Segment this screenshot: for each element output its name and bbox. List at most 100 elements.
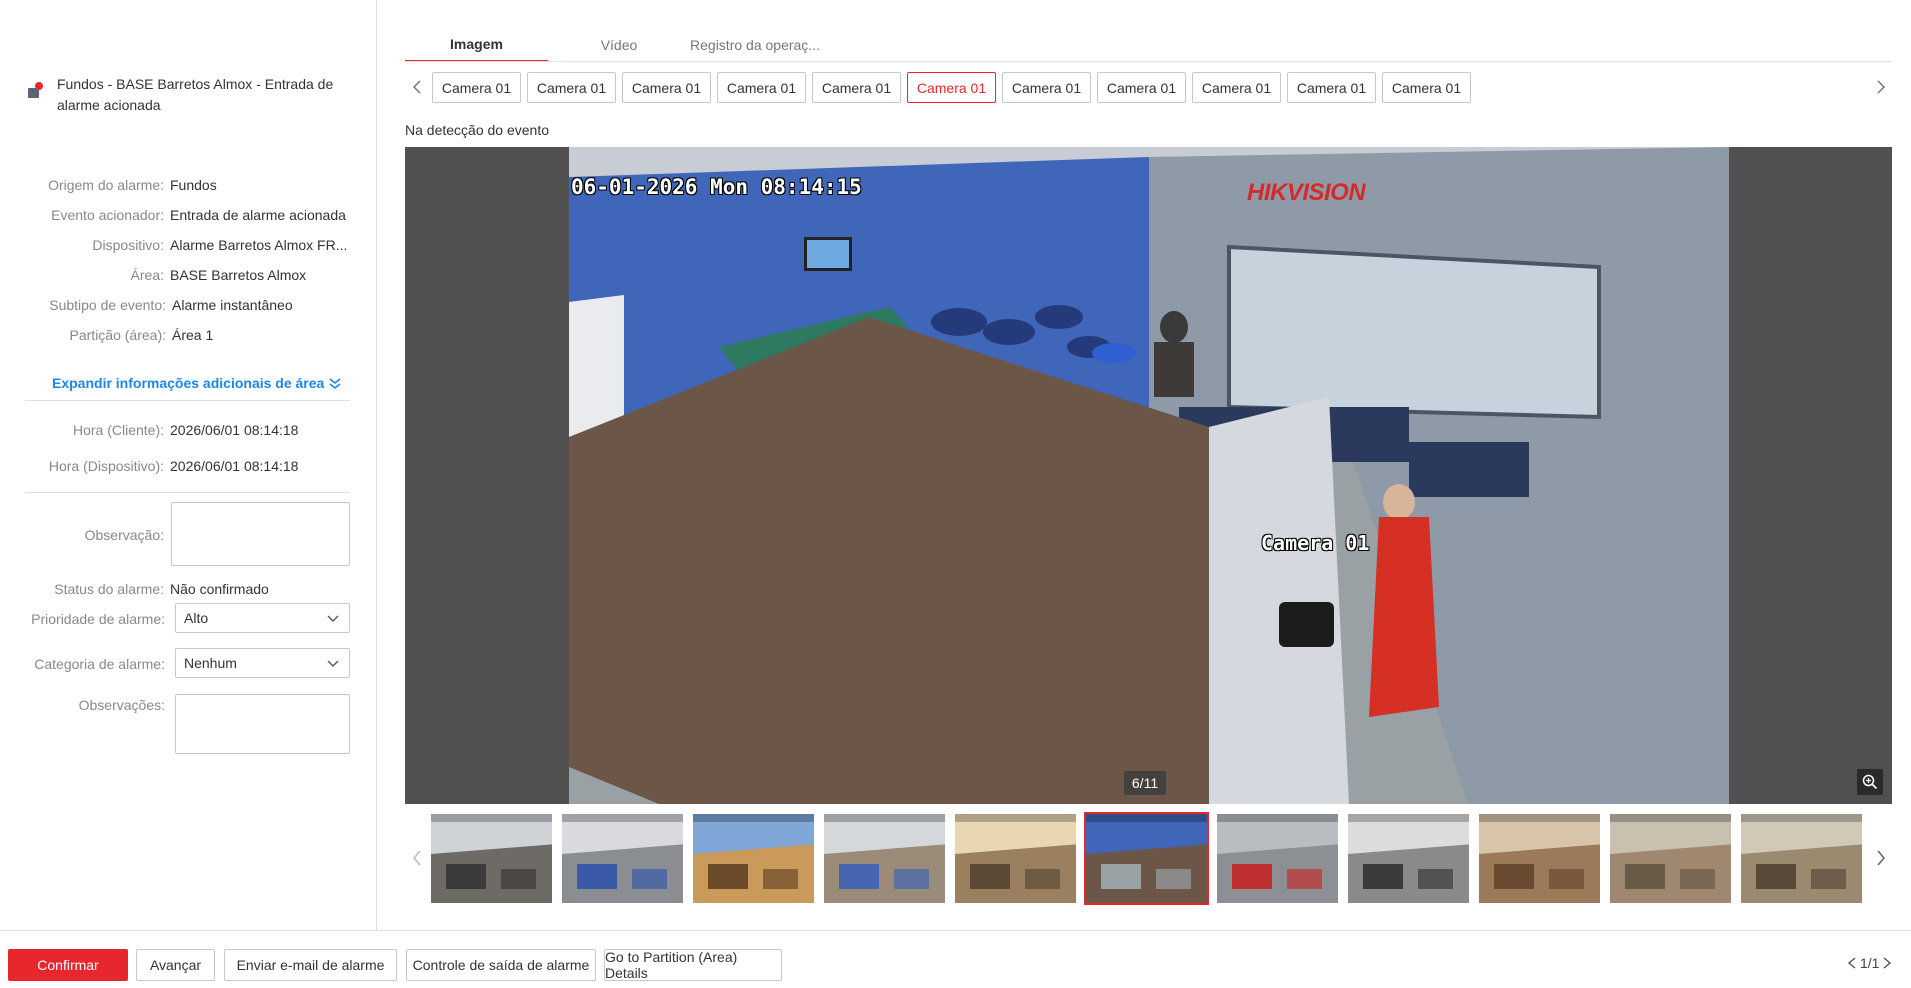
categoria-row: Categoria de alarme: — [30, 655, 165, 673]
alarm-title-row: Fundos - BASE Barretos Almox - Entrada d… — [27, 74, 347, 116]
subtipo-label: Subtipo de evento: — [49, 297, 166, 313]
particao-label: Partição (área): — [69, 327, 166, 343]
divider — [25, 400, 350, 401]
camera-tab[interactable]: Camera 01 — [1002, 72, 1091, 103]
camera-tab[interactable]: Camera 01 — [622, 72, 711, 103]
media-tabs: Imagem Vídeo Registro da operaç... — [405, 28, 820, 62]
snapshot-thumbnail[interactable] — [560, 812, 685, 905]
expand-area-info-link[interactable]: Expandir informações adicionais de área — [52, 375, 342, 391]
pager: 1/1 — [1848, 955, 1892, 971]
camera-tab[interactable]: Camera 01 — [432, 72, 521, 103]
osd-camera-name: Camera 01 — [1261, 531, 1370, 555]
snapshot-thumbnail[interactable] — [691, 812, 816, 905]
partition-details-button[interactable]: Go to Partition (Area) Details — [604, 949, 782, 981]
camera-tab[interactable]: Camera 01 — [812, 72, 901, 103]
subtipo-value: Alarme instantâneo — [172, 297, 293, 313]
expand-area-info-label: Expandir informações adicionais de área — [52, 375, 325, 391]
pager-text: 1/1 — [1860, 955, 1880, 971]
prioridade-row: Prioridade de alarme: — [30, 610, 165, 628]
snapshot-thumbnail[interactable] — [1608, 812, 1733, 905]
area-label: Área: — [130, 267, 164, 283]
area-row: Área: BASE Barretos Almox — [30, 266, 360, 284]
snapshot-thumbnail[interactable] — [822, 812, 947, 905]
prioridade-select[interactable]: Alto — [175, 603, 350, 633]
alarm-detail-window: Fundos - BASE Barretos Almox - Entrada d… — [0, 0, 1911, 988]
categoria-select[interactable]: Nenhum — [175, 648, 350, 678]
thumbnail-next-arrow-icon[interactable] — [1871, 848, 1891, 868]
camera-tab[interactable]: Camera 01 — [1382, 72, 1471, 103]
snapshot-thumbnail[interactable] — [1215, 812, 1340, 905]
camera-snapshot: 06-01-2026 Mon 08:14:15 HIKVISION Camera… — [569, 147, 1729, 804]
subtipo-row: Subtipo de evento: Alarme instantâneo — [30, 296, 362, 314]
image-viewer[interactable]: 06-01-2026 Mon 08:14:15 HIKVISION Camera… — [405, 147, 1892, 804]
categoria-label: Categoria de alarme: — [34, 656, 165, 672]
chevron-down-icon — [327, 660, 339, 667]
event-detection-note: Na detecção do evento — [405, 122, 549, 138]
camera-tab[interactable]: Camera 01 — [907, 72, 996, 103]
alarm-title: Fundos - BASE Barretos Almox - Entrada d… — [57, 76, 334, 113]
double-chevron-down-icon — [329, 378, 341, 390]
categoria-selected: Nenhum — [184, 655, 237, 671]
camera-tab[interactable]: Camera 01 — [717, 72, 806, 103]
prioridade-selected: Alto — [184, 610, 209, 626]
image-counter: 6/11 — [1124, 771, 1166, 795]
brand-watermark: HIKVISION — [1247, 179, 1366, 206]
hora-cliente-value: 2026/06/01 08:14:18 — [170, 422, 299, 438]
tab-registro[interactable]: Registro da operaç... — [690, 28, 820, 62]
particao-value: Área 1 — [172, 327, 214, 343]
observacoes-textarea[interactable] — [175, 694, 350, 754]
snapshot-thumbnail[interactable] — [429, 812, 554, 905]
pager-next-icon[interactable] — [1883, 957, 1892, 969]
status-label: Status do alarme: — [54, 581, 164, 597]
evento-label: Evento acionador: — [51, 207, 164, 223]
origem-value: Fundos — [170, 177, 217, 193]
hora-cliente-row: Hora (Cliente): 2026/06/01 08:14:18 — [30, 421, 360, 439]
thumbnail-strip — [429, 812, 1870, 905]
observacao-textarea[interactable] — [171, 502, 350, 566]
hora-dispositivo-row: Hora (Dispositivo): 2026/06/01 08:14:18 — [30, 457, 360, 475]
pager-prev-icon[interactable] — [1848, 957, 1856, 969]
send-email-button[interactable]: Enviar e-mail de alarme — [224, 949, 397, 981]
origem-row: Origem do alarme: Fundos — [30, 176, 360, 194]
snapshot-thumbnail[interactable] — [1084, 812, 1209, 905]
camera-tab[interactable]: Camera 01 — [1192, 72, 1281, 103]
confirm-button[interactable]: Confirmar — [8, 949, 128, 981]
status-value: Não confirmado — [170, 581, 269, 597]
origem-label: Origem do alarme: — [48, 177, 164, 193]
alarm-device-icon — [27, 82, 45, 100]
advance-button[interactable]: Avançar — [136, 949, 215, 981]
hora-dispositivo-value: 2026/06/01 08:14:18 — [170, 458, 299, 474]
camera-prev-arrow-icon[interactable] — [407, 77, 427, 97]
snapshot-thumbnail[interactable] — [1739, 812, 1864, 905]
tab-imagem[interactable]: Imagem — [405, 28, 548, 62]
particao-row: Partição (área): Área 1 — [30, 326, 362, 344]
zoom-in-icon[interactable] — [1857, 769, 1883, 795]
osd-timestamp: 06-01-2026 Mon 08:14:15 — [571, 175, 862, 199]
observacao-row: Observação: — [30, 526, 164, 544]
area-value: BASE Barretos Almox — [170, 267, 307, 283]
alarm-output-control-button[interactable]: Controle de saída de alarme — [406, 949, 596, 981]
thumbnail-prev-arrow-icon[interactable] — [407, 848, 427, 868]
camera-next-arrow-icon[interactable] — [1871, 77, 1891, 97]
hora-cliente-label: Hora (Cliente): — [72, 422, 164, 438]
camera-list: Camera 01 Camera 01 Camera 01 Camera 01 Came… — [432, 72, 1477, 103]
evento-row: Evento acionador: Entrada de alarme acio… — [30, 206, 360, 224]
dispositivo-label: Dispositivo: — [92, 237, 164, 253]
observacoes-label: Observações: — [78, 697, 165, 713]
dispositivo-value: Alarme Barretos Almox FR... — [170, 237, 348, 253]
divider — [25, 492, 350, 493]
observacao-label: Observação: — [84, 527, 164, 543]
dispositivo-row: Dispositivo: Alarme Barretos Almox FR... — [30, 236, 360, 254]
camera-tab[interactable]: Camera 01 — [527, 72, 616, 103]
snapshot-thumbnail[interactable] — [1346, 812, 1471, 905]
camera-tab[interactable]: Camera 01 — [1097, 72, 1186, 103]
prioridade-label: Prioridade de alarme: — [31, 611, 165, 627]
snapshot-thumbnail[interactable] — [953, 812, 1078, 905]
chevron-down-icon — [327, 615, 339, 622]
tabs-divider — [405, 61, 1892, 62]
observacoes-row: Observações: — [30, 696, 165, 714]
tab-video[interactable]: Vídeo — [548, 28, 690, 62]
camera-tab[interactable]: Camera 01 — [1287, 72, 1376, 103]
snapshot-thumbnail[interactable] — [1477, 812, 1602, 905]
evento-value: Entrada de alarme acionada — [170, 207, 346, 223]
